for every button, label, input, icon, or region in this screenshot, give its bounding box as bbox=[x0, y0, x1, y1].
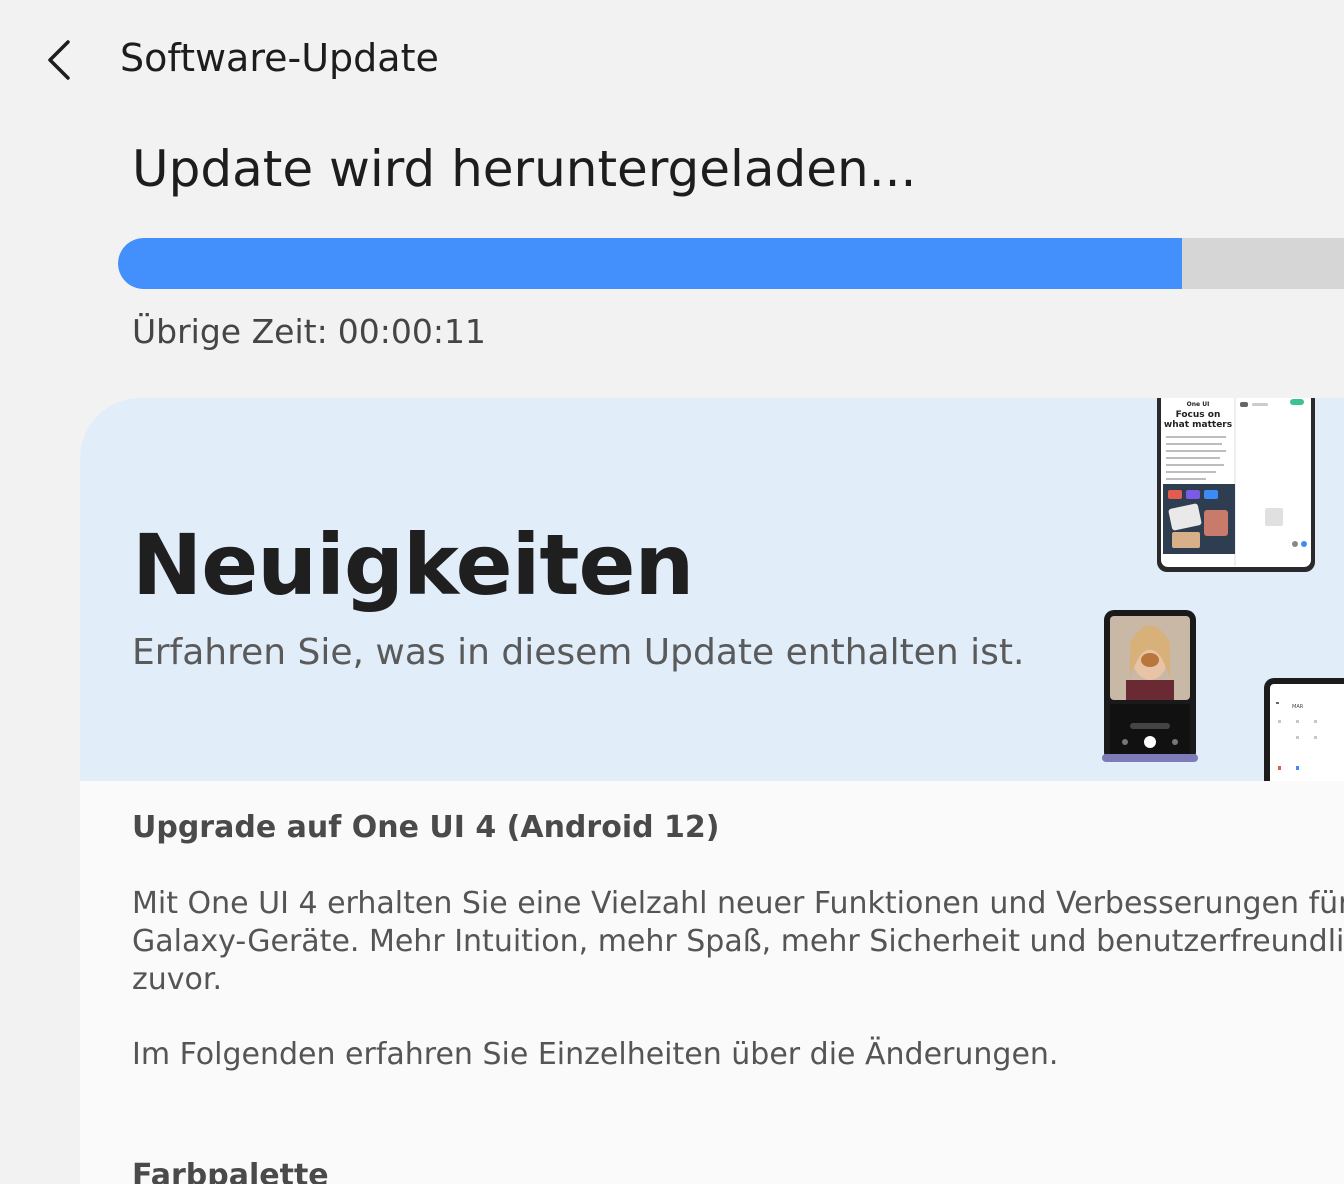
section-heading-farbpalette: Farbpalette bbox=[132, 1158, 329, 1184]
page-title: Software-Update bbox=[120, 36, 439, 80]
chevron-left-icon bbox=[48, 40, 70, 80]
remaining-time: Übrige Zeit: 00:00:11 bbox=[132, 312, 486, 351]
phone-caption-small: One UI bbox=[1187, 401, 1210, 408]
remaining-time-label: Übrige Zeit: bbox=[132, 312, 328, 351]
paragraph-line: zuvor. bbox=[132, 962, 222, 997]
svg-text:Focus on: Focus on bbox=[1176, 410, 1221, 420]
banner-title: Neuigkeiten bbox=[132, 516, 694, 614]
release-notes: Upgrade auf One UI 4 (Android 12) Mit On… bbox=[132, 810, 1344, 1074]
flip-phone-image bbox=[1102, 610, 1198, 762]
release-notes-paragraph: Mit One UI 4 erhalten Sie eine Vielzahl … bbox=[132, 885, 1344, 999]
download-progress-bar bbox=[118, 238, 1344, 289]
whats-new-banner: Neuigkeiten Erfahren Sie, was in diesem … bbox=[80, 398, 1344, 781]
paragraph-line: Mit One UI 4 erhalten Sie eine Vielzahl … bbox=[132, 886, 1344, 921]
foldable-phone-image: One UI Focus on what matters bbox=[1157, 398, 1315, 572]
remaining-time-value: 00:00:11 bbox=[337, 312, 486, 351]
paragraph-line: Galaxy-Geräte. Mehr Intuition, mehr Spaß… bbox=[132, 924, 1344, 959]
download-status-title: Update wird heruntergeladen... bbox=[132, 140, 917, 198]
devices-illustration: One UI Focus on what matters MAR bbox=[1102, 398, 1344, 781]
svg-text:what matters: what matters bbox=[1164, 420, 1232, 430]
download-progress-fill bbox=[118, 238, 1182, 289]
whats-new-card[interactable]: Neuigkeiten Erfahren Sie, was in diesem … bbox=[80, 398, 1344, 1184]
release-notes-intro: Im Folgenden erfahren Sie Einzelheiten ü… bbox=[132, 1037, 1059, 1072]
release-notes-heading: Upgrade auf One UI 4 (Android 12) bbox=[132, 810, 720, 845]
svg-text:MAR: MAR bbox=[1292, 704, 1304, 710]
software-update-screen: Software-Update Update wird heruntergela… bbox=[0, 0, 1344, 1184]
banner-subtitle: Erfahren Sie, was in diesem Update entha… bbox=[132, 632, 1025, 673]
tablet-image: MAR bbox=[1264, 678, 1344, 781]
back-button[interactable] bbox=[30, 30, 90, 90]
